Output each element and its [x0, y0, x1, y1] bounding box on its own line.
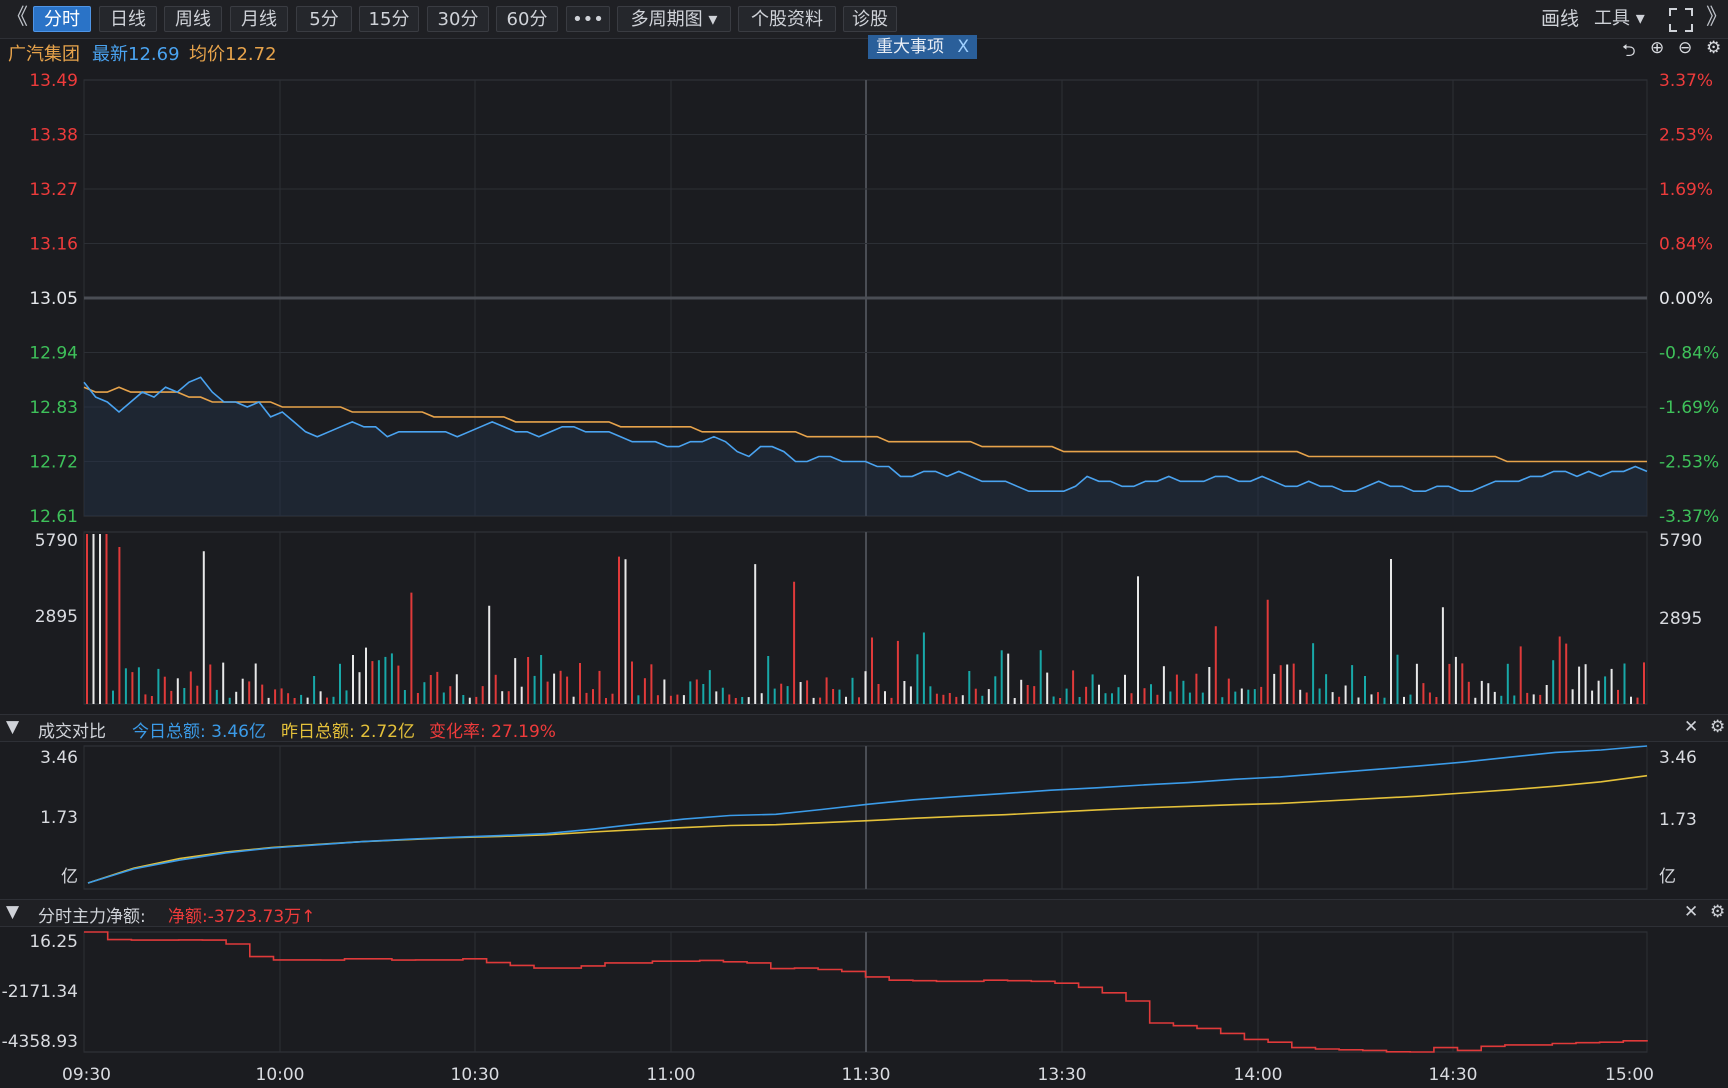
netflow-line	[84, 931, 1648, 1053]
change-rate: 变化率: 27.19%	[429, 722, 556, 742]
settings-icon[interactable]: ⚙	[1706, 38, 1721, 58]
turnover-panel	[83, 745, 1648, 890]
pct-tick-label: 2.53%	[1659, 126, 1713, 146]
zoom-out-icon[interactable]: ⊖	[1678, 38, 1692, 58]
collapse-icon[interactable]: ▼	[6, 902, 19, 922]
tab-4[interactable]: 5分	[296, 6, 352, 32]
tab-7[interactable]: 60分	[496, 6, 558, 32]
tab-2[interactable]: 周线	[164, 6, 222, 32]
volume-tick-label: 2895	[1659, 609, 1702, 629]
average-price: 均价12.72	[189, 44, 277, 65]
netflow-panel	[83, 931, 1648, 1053]
pct-tick-label: -2.53%	[1659, 453, 1719, 473]
turnover-unit-label: 亿	[1659, 867, 1676, 887]
tab-9[interactable]: 多周期图 ▾	[617, 6, 731, 32]
pct-tick-label: -3.37%	[1659, 507, 1719, 527]
pct-tick-label: 3.37%	[1659, 71, 1713, 91]
toolbar: 《 分时 日线 周线 月线 5分 15分 30分 60分 ••• 多周期图 ▾ 个股资料 诊股 画线 …	[0, 0, 1728, 39]
close-event-icon[interactable]: X	[957, 37, 969, 57]
turnover-unit-label: 亿	[61, 867, 78, 887]
netflow-title: 分时主力净额:	[38, 907, 146, 927]
price-area	[84, 377, 1647, 516]
turnover-panel-header: ▼ 成交对比 今日总额: 3.46亿 昨日总额: 2.72亿 变化率: 27.1…	[0, 714, 1728, 742]
stock-name: 广汽集团	[8, 44, 80, 65]
tab-10[interactable]: 个股资料	[738, 6, 836, 32]
latest-price: 最新12.69	[92, 44, 180, 65]
undo-icon[interactable]: ⮌	[1622, 38, 1636, 67]
price-tick-label: 13.16	[29, 235, 78, 255]
tab-11[interactable]: 诊股	[843, 6, 897, 32]
volume-tick-label: 5790	[35, 531, 78, 551]
turnover-title: 成交对比	[38, 722, 106, 742]
collapse-icon[interactable]: ▼	[6, 717, 19, 737]
price-tick-label: 12.72	[29, 453, 78, 473]
time-tick-label: 14:00	[1234, 1065, 1283, 1085]
pct-tick-label: -0.84%	[1659, 344, 1719, 364]
netflow-tick-label: -4358.93	[2, 1032, 78, 1052]
price-tick-label: 13.05	[29, 289, 78, 309]
draw-line-button[interactable]: 画线	[1541, 6, 1579, 32]
pct-tick-label: 0.84%	[1659, 235, 1713, 255]
time-tick-label: 15:00	[1605, 1065, 1654, 1085]
netflow-tick-label: 16.25	[29, 932, 78, 952]
volume-tick-label: 2895	[35, 607, 78, 627]
volume-tick-label: 5790	[1659, 531, 1702, 551]
collapse-left-icon[interactable]: 《	[6, 4, 28, 32]
time-tick-label: 10:00	[256, 1065, 305, 1085]
pct-tick-label: 1.69%	[1659, 180, 1713, 200]
time-tick-label: 11:30	[842, 1065, 891, 1085]
yesterday-total: 昨日总额: 2.72亿	[281, 722, 415, 742]
today-turnover-line	[87, 745, 1648, 884]
avg-price-line	[83, 386, 1647, 463]
price-tick-label: 13.49	[29, 71, 78, 91]
price-tick-label: 13.38	[29, 126, 78, 146]
price-tick-label: 13.27	[29, 180, 78, 200]
tab-3[interactable]: 月线	[230, 6, 288, 32]
tab-8[interactable]: •••	[566, 6, 610, 32]
arrow-up-icon: ↑	[301, 907, 316, 927]
turnover-tick-label: 1.73	[1659, 810, 1697, 830]
yesterday-turnover-line	[87, 774, 1648, 884]
today-total: 今日总额: 3.46亿	[132, 722, 266, 742]
netflow-tick-label: -2171.34	[2, 982, 78, 1002]
time-tick-label: 14:30	[1429, 1065, 1478, 1085]
expand-icon[interactable]	[1668, 7, 1694, 33]
panel-settings-icon[interactable]: ⚙	[1710, 717, 1725, 737]
zoom-in-icon[interactable]: ⊕	[1650, 38, 1664, 58]
pct-tick-label: -1.69%	[1659, 398, 1719, 418]
price-line	[83, 376, 1648, 493]
close-panel-icon[interactable]: ✕	[1684, 902, 1698, 922]
netflow-value: 净额:-3723.73万↑	[168, 907, 316, 927]
time-tick-label: 09:30	[62, 1065, 111, 1085]
tab-6[interactable]: 30分	[427, 6, 489, 32]
time-tick-label: 11:00	[647, 1065, 696, 1085]
pct-tick-label: 0.00%	[1659, 289, 1713, 309]
volume-panel	[83, 531, 1648, 705]
turnover-tick-label: 3.46	[40, 748, 78, 768]
collapse-right-icon[interactable]: 》	[1706, 4, 1728, 32]
major-event-label: 重大事项	[876, 37, 944, 57]
tab-1[interactable]: 日线	[99, 6, 157, 32]
time-tick-label: 10:30	[451, 1065, 500, 1085]
price-tick-label: 12.61	[29, 507, 78, 527]
turnover-tick-label: 1.73	[40, 808, 78, 828]
major-event-badge[interactable]: 重大事项 X	[868, 35, 978, 59]
tab-5[interactable]: 15分	[359, 6, 419, 32]
panel-settings-icon[interactable]: ⚙	[1710, 902, 1725, 922]
close-panel-icon[interactable]: ✕	[1684, 717, 1698, 737]
quote-infobar: 广汽集团 最新12.69 均价12.72	[0, 38, 1728, 65]
tab-0[interactable]: 分时	[33, 6, 91, 32]
price-panel	[83, 79, 1648, 517]
turnover-tick-label: 3.46	[1659, 748, 1697, 768]
tools-menu[interactable]: 工具 ▾	[1594, 6, 1645, 32]
price-tick-label: 12.83	[29, 398, 78, 418]
time-tick-label: 13:30	[1038, 1065, 1087, 1085]
netflow-panel-header: ▼ 分时主力净额: 净额:-3723.73万↑ ✕ ⚙	[0, 899, 1728, 927]
price-tick-label: 12.94	[29, 344, 78, 364]
